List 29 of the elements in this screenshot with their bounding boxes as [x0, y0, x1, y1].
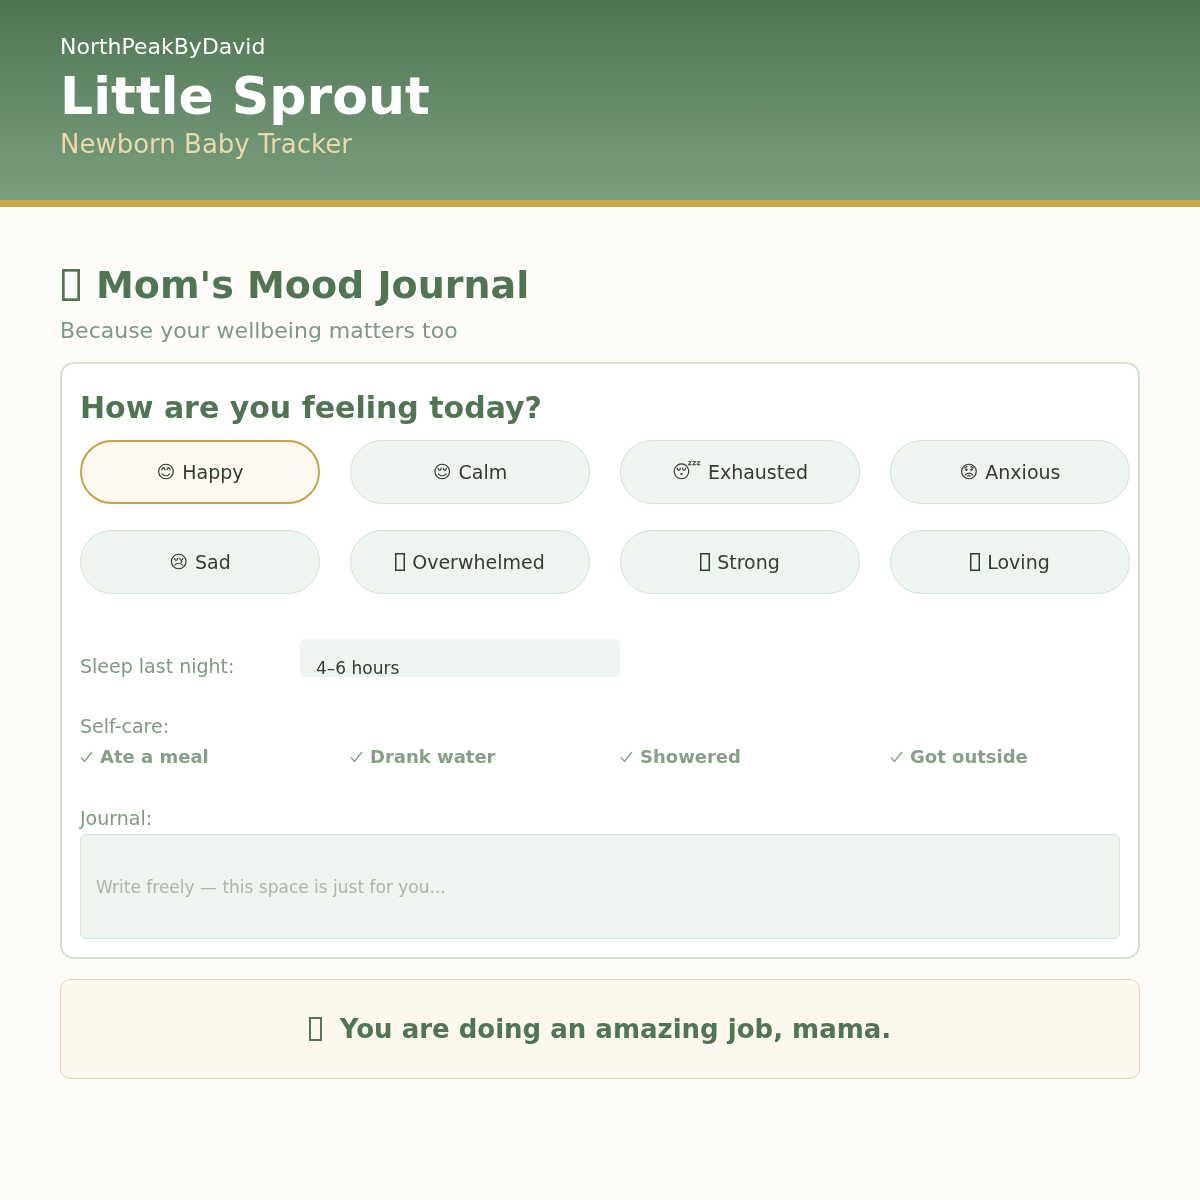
missing-glyph-icon: [62, 269, 80, 301]
sleep-select[interactable]: 4–6 hours: [300, 639, 620, 677]
encouragement-text: You are doing an amazing job, mama.: [339, 1014, 892, 1044]
emoji-face-icon: 😟: [959, 461, 979, 483]
mood-option[interactable]: 😊 Happy: [80, 440, 320, 504]
missing-glyph-icon: [970, 553, 981, 571]
missing-glyph-icon: [395, 553, 406, 571]
section-subtitle: Because your wellbeing matters too: [60, 317, 458, 345]
emoji-face-icon: 😌: [432, 461, 452, 483]
self-care-label: Self-care:: [80, 714, 170, 738]
journal-label: Journal:: [80, 806, 153, 830]
app-title: Little Sprout: [60, 66, 430, 126]
mood-option[interactable]: 😢 Sad: [80, 530, 320, 594]
emoji-face-icon: 😢: [169, 551, 188, 573]
mood-option[interactable]: Overwhelmed: [350, 530, 590, 594]
emoji-face-icon: 😴: [672, 461, 701, 483]
missing-glyph-icon: [308, 1017, 322, 1041]
mood-question: How are you feeling today?: [80, 389, 542, 427]
missing-glyph-icon: [700, 553, 711, 571]
brand-name: NorthPeakByDavid: [60, 33, 266, 61]
mood-option[interactable]: Loving: [890, 530, 1130, 594]
mood-option[interactable]: 😴 Exhausted: [620, 440, 860, 504]
mood-option[interactable]: 😟 Anxious: [890, 440, 1130, 504]
sleep-label: Sleep last night:: [80, 654, 236, 679]
section-title: Mom's Mood Journal: [96, 262, 530, 308]
mood-option[interactable]: Strong: [620, 530, 860, 594]
app-subtitle: Newborn Baby Tracker: [60, 128, 352, 160]
emoji-face-icon: 😊: [156, 461, 176, 483]
mood-option[interactable]: 😌 Calm: [350, 440, 590, 504]
